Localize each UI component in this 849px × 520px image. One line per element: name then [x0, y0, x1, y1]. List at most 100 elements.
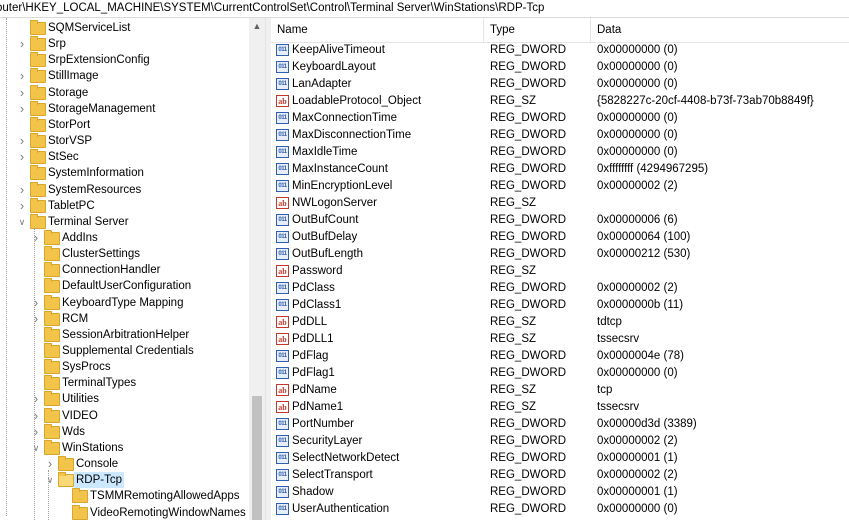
chevron-right-icon[interactable]: › — [30, 230, 42, 246]
value-row[interactable]: 011 PdClass REG_DWORD 0x00000002 (2) — [271, 280, 849, 297]
tree-item[interactable]: › TabletPC — [0, 197, 249, 214]
tree-item[interactable]: TSMMRemotingAllowedApps — [0, 488, 249, 504]
value-row[interactable]: 011 SecurityLayer REG_DWORD 0x00000002 (2) — [271, 433, 849, 450]
value-row[interactable]: 011 PortNumber REG_DWORD 0x00000d3d (3389) — [271, 416, 849, 433]
value-row[interactable]: ab NWLogonServer REG_SZ — [271, 195, 849, 212]
folder-icon — [44, 343, 60, 358]
value-row[interactable]: ab PdName1 REG_SZ tssecsrv — [271, 399, 849, 416]
value-row[interactable]: 011 KeepAliveTimeout REG_DWORD 0x00000000 (… — [271, 42, 849, 59]
tree-item[interactable]: › StillImage — [0, 68, 249, 84]
value-row[interactable]: 011 MinEncryptionLevel REG_DWORD 0x00000002… — [271, 178, 849, 195]
value-row[interactable]: 011 MaxDisconnectionTime REG_DWORD 0x000000… — [271, 127, 849, 144]
value-row[interactable]: ab Password REG_SZ — [271, 263, 849, 280]
tree-item[interactable]: › Wds — [0, 423, 249, 440]
binary-value-icon: 011 — [276, 129, 289, 141]
chevron-right-icon[interactable]: › — [16, 85, 28, 101]
value-row[interactable]: ab PdName REG_SZ tcp — [271, 382, 849, 399]
tree-item[interactable]: › AddIns — [0, 229, 249, 246]
tree-item[interactable]: › SystemResources — [0, 181, 249, 198]
chevron-right-icon[interactable]: › — [16, 182, 28, 198]
tree-item[interactable]: DefaultUserConfiguration — [0, 278, 249, 294]
tree-item[interactable]: SysProcs — [0, 359, 249, 375]
registry-tree[interactable]: SQMServiceList › Srp SrpExtensionConfig › Sti… — [0, 18, 265, 520]
value-row[interactable]: 011 LanAdapter REG_DWORD 0x00000000 (0) — [271, 76, 849, 93]
tree-item[interactable]: ∨ RDP-Tcp — [0, 472, 249, 489]
chevron-down-icon[interactable]: ∨ — [30, 440, 42, 456]
value-type: REG_SZ — [490, 265, 537, 277]
address-bar[interactable]: outer\HKEY_LOCAL_MACHINE\SYSTEM\CurrentC… — [0, 0, 849, 18]
chevron-right-icon[interactable]: › — [16, 36, 28, 52]
value-data: 0x00000000 (0) — [597, 61, 678, 73]
folder-icon — [72, 488, 88, 504]
tree-item[interactable]: Supplemental Credentials — [0, 343, 249, 359]
value-row[interactable]: ab PdDLL1 REG_SZ tssecsrv — [271, 331, 849, 348]
chevron-right-icon[interactable]: › — [30, 408, 42, 424]
tree-item[interactable]: › Storage — [0, 84, 249, 101]
chevron-right-icon[interactable]: › — [16, 149, 28, 165]
tree-item[interactable]: › Utilities — [0, 391, 249, 407]
tree-item[interactable]: SessionArbitrationHelper — [0, 326, 249, 343]
tree-item[interactable]: StorPort — [0, 116, 249, 133]
tree-item[interactable]: › StSec — [0, 149, 249, 165]
tree-item[interactable]: › VIDEO — [0, 407, 249, 424]
chevron-right-icon[interactable]: › — [44, 456, 56, 472]
value-row[interactable]: 011 PdFlag1 REG_DWORD 0x00000000 (0) — [271, 365, 849, 382]
column-header-data[interactable]: Data — [591, 18, 849, 42]
tree-item[interactable]: › RCM — [0, 310, 249, 327]
tree-item[interactable]: › StorVSP — [0, 133, 249, 149]
value-row[interactable]: 011 MaxInstanceCount REG_DWORD 0xffffffff (… — [271, 161, 849, 178]
chevron-right-icon[interactable]: › — [30, 424, 42, 440]
tree-item[interactable]: SrpExtensionConfig — [0, 52, 249, 68]
tree-item[interactable]: › StorageManagement — [0, 100, 249, 117]
chevron-right-icon[interactable]: › — [30, 295, 42, 311]
tree-guide-line — [48, 470, 49, 520]
tree-item[interactable]: SQMServiceList — [0, 20, 249, 36]
value-data: 0x00000002 (2) — [597, 469, 678, 481]
tree-item[interactable]: › KeyboardType Mapping — [0, 294, 249, 311]
tree-item[interactable]: ∨ WinStations — [0, 439, 249, 456]
column-header-type[interactable]: Type — [484, 18, 591, 42]
tree-item[interactable]: › Srp — [0, 36, 249, 52]
value-row[interactable]: 011 OutBufLength REG_DWORD 0x00000212 (530) — [271, 246, 849, 263]
value-data: tssecsrv — [597, 333, 640, 345]
value-row[interactable]: ab LoadableProtocol_Object REG_SZ {5828227c… — [271, 93, 849, 110]
value-row[interactable]: 011 KeyboardLayout REG_DWORD 0x00000000 (0) — [271, 59, 849, 76]
chevron-right-icon[interactable]: › — [16, 101, 28, 117]
scroll-up-icon[interactable]: ▲ — [249, 18, 265, 34]
value-row[interactable]: 011 OutBufDelay REG_DWORD 0x00000064 (100) — [271, 229, 849, 246]
value-row[interactable]: 011 UserAuthentication REG_DWORD 0x00000000… — [271, 501, 849, 518]
chevron-right-icon[interactable]: › — [16, 133, 28, 149]
chevron-right-icon[interactable]: › — [30, 391, 42, 407]
value-row[interactable]: 011 PdClass1 REG_DWORD 0x0000000b (11) — [271, 297, 849, 314]
chevron-right-icon[interactable]: › — [16, 198, 28, 214]
value-row[interactable]: ab PdDLL REG_SZ tdtcp — [271, 314, 849, 331]
column-header-name[interactable]: Name — [271, 18, 484, 42]
tree-scrollbar[interactable]: ▲ — [249, 18, 265, 520]
tree-item[interactable]: ConnectionHandler — [0, 262, 249, 278]
tree-item[interactable]: VideoRemotingWindowNames — [0, 504, 249, 520]
tree-item[interactable]: TerminalTypes — [0, 375, 249, 391]
chevron-down-icon[interactable]: ∨ — [44, 472, 56, 488]
scrollbar-thumb[interactable] — [252, 396, 262, 520]
value-row[interactable]: 011 MaxIdleTime REG_DWORD 0x00000000 (0) — [271, 144, 849, 161]
value-row[interactable]: 011 SelectTransport REG_DWORD 0x00000002 (2… — [271, 467, 849, 484]
value-row[interactable]: 011 OutBufCount REG_DWORD 0x00000006 (6) — [271, 212, 849, 229]
chevron-down-icon[interactable]: ∨ — [16, 214, 28, 230]
values-list[interactable]: Name Type Data 011 KeepAliveTimeout REG_DW… — [271, 18, 849, 520]
tree-item[interactable]: › Console — [0, 456, 249, 472]
value-row[interactable]: 011 Shadow REG_DWORD 0x00000001 (1) — [271, 484, 849, 501]
value-row[interactable]: 011 MaxConnectionTime REG_DWORD 0x00000000 … — [271, 110, 849, 127]
tree-item[interactable]: SystemInformation — [0, 165, 249, 181]
value-row[interactable]: 011 SelectNetworkDetect REG_DWORD 0x0000000… — [271, 450, 849, 467]
tree-item-label: DefaultUserConfiguration — [62, 280, 192, 293]
value-data: 0x00000001 (1) — [597, 486, 678, 498]
chevron-right-icon[interactable]: › — [16, 68, 28, 84]
chevron-right-icon[interactable]: › — [30, 311, 42, 327]
tree-item[interactable]: ClusterSettings — [0, 246, 249, 262]
tree-item-label: SystemInformation — [48, 167, 144, 180]
value-data: 0x0000000b (11) — [597, 299, 684, 311]
value-row[interactable]: 011 PdFlag REG_DWORD 0x0000004e (78) — [271, 348, 849, 365]
tree-item[interactable]: ∨ Terminal Server — [0, 213, 249, 230]
